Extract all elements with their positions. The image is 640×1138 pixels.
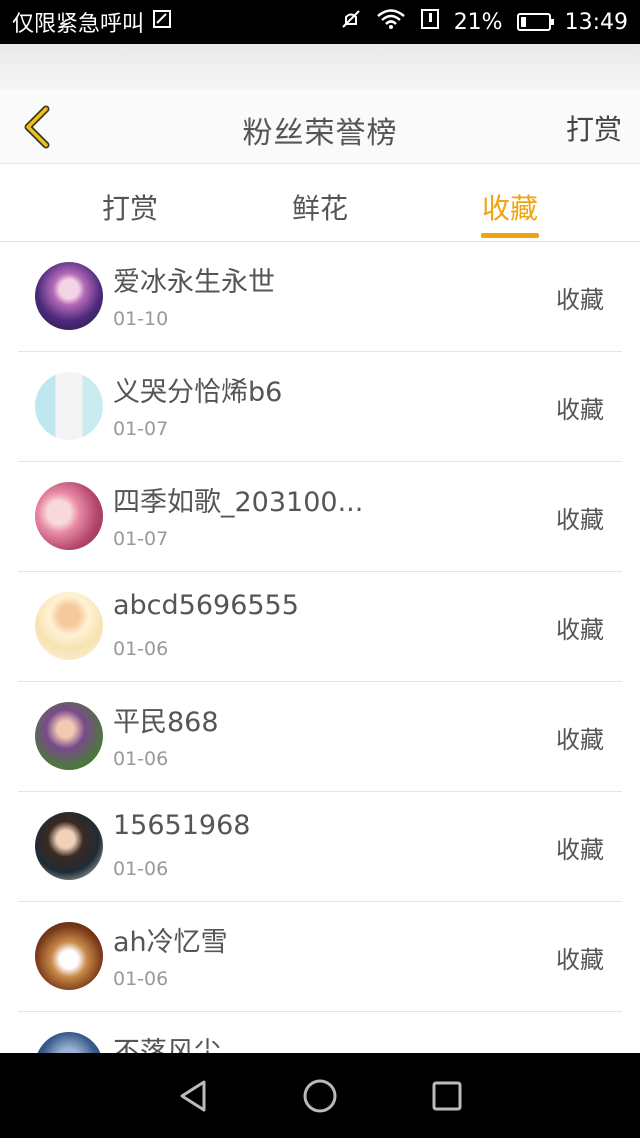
triangle-back-icon <box>180 1080 206 1111</box>
avatar <box>35 1032 103 1053</box>
top-band <box>0 44 640 90</box>
avatar <box>35 812 103 880</box>
fan-list: 爱冰永生永世 01-10 收藏 义哭分恰烯b6 01-07 收藏 四季如歌_20… <box>0 242 640 1053</box>
list-item[interactable]: 平民868 01-06 收藏 <box>18 682 622 792</box>
list-item[interactable]: ah冷忆雪 01-06 收藏 <box>18 902 622 1012</box>
fan-date: 01-10 <box>113 308 169 330</box>
fan-name: 15651968 <box>113 810 251 841</box>
tab-indicator <box>481 233 539 238</box>
tab-label: 打赏 <box>101 192 158 225</box>
clock: 13:49 <box>564 9 628 35</box>
tab-bar: 打赏 鲜花 收藏 <box>0 165 640 242</box>
fan-action: 收藏 <box>556 836 604 864</box>
avatar <box>35 482 103 550</box>
tab-favorites[interactable]: 收藏 <box>435 165 585 242</box>
nav-home-button[interactable] <box>290 1066 350 1126</box>
avatar <box>35 262 103 330</box>
reward-button[interactable]: 打赏 <box>566 108 622 148</box>
list-item[interactable]: 爱冰永生永世 01-10 收藏 <box>18 242 622 352</box>
tab-label: 收藏 <box>481 192 538 225</box>
fan-date: 01-07 <box>113 418 169 440</box>
header: 粉丝荣誉榜 打赏 <box>0 90 640 164</box>
fan-action: 收藏 <box>556 506 604 534</box>
fan-date: 01-06 <box>113 968 169 990</box>
list-item[interactable]: abcd5696555 01-06 收藏 <box>18 572 622 682</box>
nav-recents-button[interactable] <box>417 1066 477 1126</box>
circle-home-icon <box>303 1079 337 1112</box>
fan-name: 爱冰永生永世 <box>113 267 275 298</box>
fan-date: 01-06 <box>113 858 169 880</box>
fan-action: 收藏 <box>556 726 604 754</box>
sim-icon <box>152 9 172 35</box>
list-item[interactable]: 四季如歌_203100... 01-07 收藏 <box>18 462 622 572</box>
square-recents-icon <box>432 1081 462 1110</box>
fan-name: 平民868 <box>113 707 219 738</box>
avatar <box>35 702 103 770</box>
data-icon <box>420 8 440 36</box>
list-item[interactable]: 义哭分恰烯b6 01-07 收藏 <box>18 352 622 462</box>
fan-action: 收藏 <box>556 946 604 974</box>
nav-back-button[interactable] <box>163 1066 223 1126</box>
list-item[interactable]: 15651968 01-06 收藏 <box>18 792 622 902</box>
avatar <box>35 922 103 990</box>
page-title: 粉丝荣誉榜 <box>242 116 398 151</box>
fan-action: 收藏 <box>556 396 604 424</box>
list-item[interactable]: 不落风尘 <box>18 1012 622 1053</box>
fan-name: 四季如歌_203100... <box>113 487 364 518</box>
battery-icon <box>516 13 554 31</box>
fan-date: 01-06 <box>113 748 169 770</box>
mute-icon <box>340 8 362 36</box>
fan-name: 不落风尘 <box>113 1037 221 1053</box>
fan-name: abcd5696555 <box>113 590 299 621</box>
fan-name: ah冷忆雪 <box>113 927 228 958</box>
fan-date: 01-07 <box>113 528 169 550</box>
avatar <box>35 592 103 660</box>
fan-date: 01-06 <box>113 638 169 660</box>
tab-label: 鲜花 <box>291 192 348 225</box>
wifi-icon <box>376 8 406 36</box>
fan-name: 义哭分恰烯b6 <box>113 377 283 408</box>
battery-percent: 21% <box>453 9 503 35</box>
carrier-text: 仅限紧急呼叫 <box>12 12 145 37</box>
status-bar: 仅限紧急呼叫 21% 13:49 <box>0 0 640 44</box>
fan-action: 收藏 <box>556 616 604 644</box>
navigation-bar <box>0 1053 640 1138</box>
tab-flowers[interactable]: 鲜花 <box>245 165 395 242</box>
avatar <box>35 372 103 440</box>
tab-reward[interactable]: 打赏 <box>55 165 205 242</box>
fan-action: 收藏 <box>556 286 604 314</box>
